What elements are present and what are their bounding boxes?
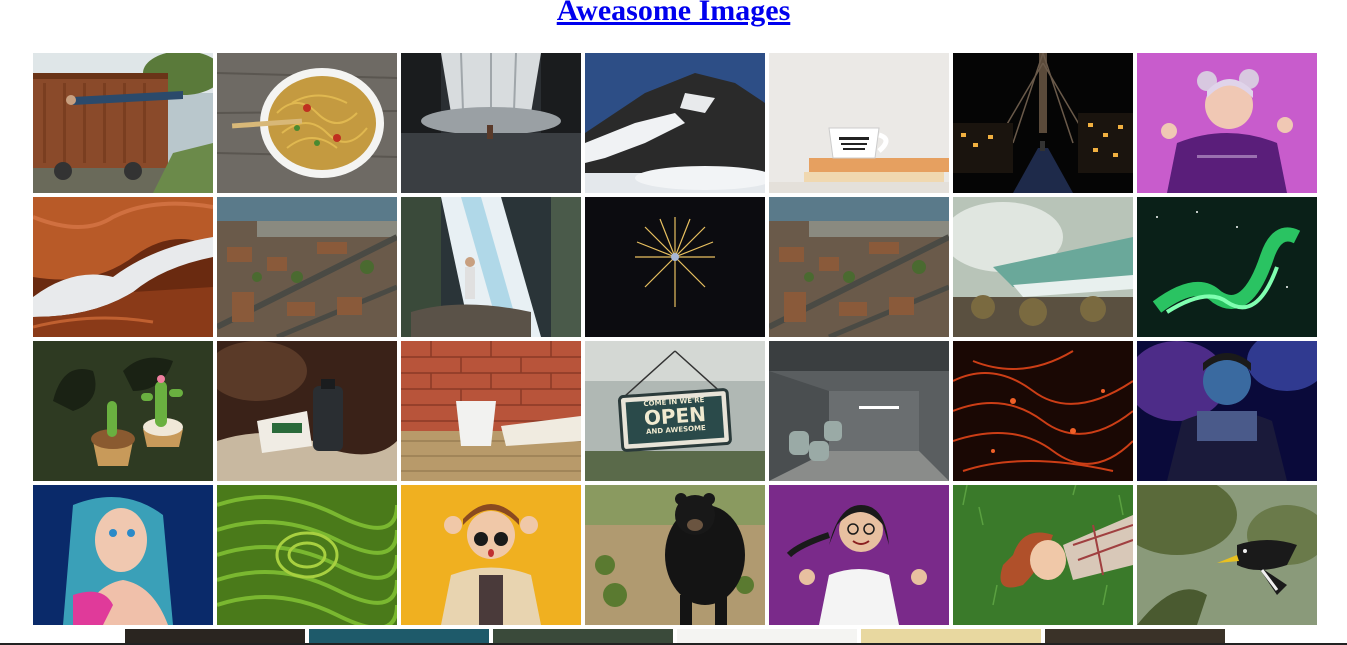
niagara-falls-image[interactable]: [953, 197, 1133, 337]
smiling-woman-purple-image[interactable]: [769, 485, 949, 625]
aurora-image[interactable]: [1137, 197, 1317, 337]
antelope-canyon-image[interactable]: [33, 197, 213, 337]
snowy-mountain-image[interactable]: [585, 53, 765, 193]
open-sign-image[interactable]: COME IN WE'RE OPEN AND AWESOME: [585, 341, 765, 481]
red-lava-image[interactable]: [953, 341, 1133, 481]
header: Aweasome Images: [0, 0, 1347, 28]
noodle-bowl-image[interactable]: [217, 53, 397, 193]
woman-grass-image[interactable]: [953, 485, 1133, 625]
surprised-woman-image[interactable]: [401, 485, 581, 625]
open-sign-text: COME IN WE'RE OPEN AND AWESOME: [643, 395, 707, 437]
man-levitating-train-image[interactable]: [33, 53, 213, 193]
bridge-night-image[interactable]: [953, 53, 1133, 193]
bottle-driftwood-image[interactable]: [217, 341, 397, 481]
cup-brick-wall-image[interactable]: [401, 341, 581, 481]
city-aerial-image-1[interactable]: [217, 197, 397, 337]
cactus-cupcakes-image[interactable]: [33, 341, 213, 481]
waterfall-dark-image[interactable]: [401, 53, 581, 193]
page-title-link[interactable]: Aweasome Images: [557, 0, 791, 28]
black-bear-image[interactable]: [585, 485, 765, 625]
lobby-interior-image[interactable]: [769, 341, 949, 481]
fireworks-image[interactable]: [585, 197, 765, 337]
blue-man-image[interactable]: [1137, 341, 1317, 481]
purple-woman-image[interactable]: [1137, 53, 1317, 193]
hornbill-bird-image[interactable]: [1137, 485, 1317, 625]
green-fields-image[interactable]: [217, 485, 397, 625]
city-aerial-image-2[interactable]: [769, 197, 949, 337]
image-gallery: COME IN WE'RE OPEN AND AWESOME: [33, 53, 1317, 625]
waterfall-person-image[interactable]: [401, 197, 581, 337]
coffee-mug-books-image[interactable]: [769, 53, 949, 193]
blue-hair-woman-image[interactable]: [33, 485, 213, 625]
page: Aweasome Images COME IN WE'RE OPEN AND A…: [0, 0, 1347, 645]
